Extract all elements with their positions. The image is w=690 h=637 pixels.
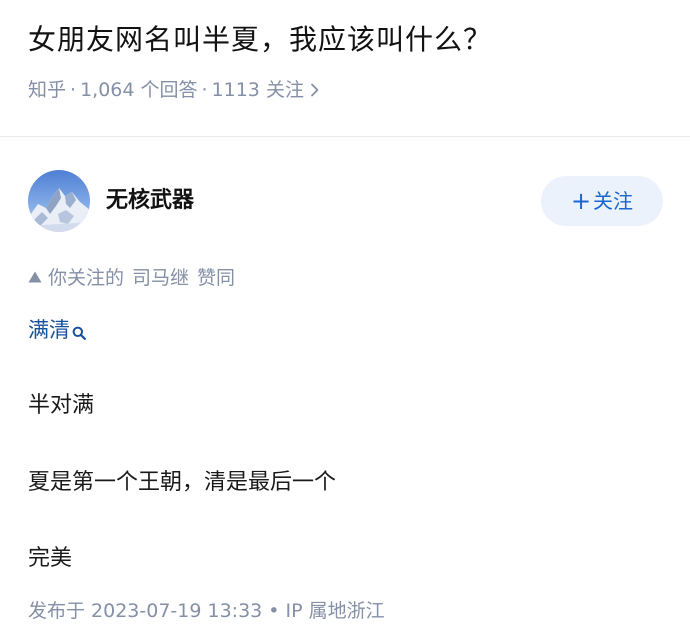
ip-location: IP 属地浙江 (285, 600, 385, 622)
footer-separator: • (268, 600, 280, 622)
upvote-note: 你关注的 司马继 赞同 (28, 264, 235, 292)
question-meta[interactable]: 知乎 · 1,064 个回答 · 1113 关注 (28, 76, 320, 105)
follower-count: 1113 关注 (211, 79, 304, 101)
question-header: 女朋友网名叫半夏，我应该叫什么？ 知乎 · 1,064 个回答 · 1113 关注 (0, 0, 690, 136)
post-footer: 发布于 2023-07-19 13:33 • IP 属地浙江 (28, 597, 385, 625)
meta-separator: · (201, 79, 208, 101)
triangle-up-icon (28, 263, 42, 291)
plus-icon: + (570, 187, 592, 215)
upvote-voter[interactable]: 司马继 (132, 267, 189, 289)
keyword-text: 满清 (28, 318, 70, 342)
follow-button[interactable]: + 关注 (541, 176, 663, 226)
answer-count: 1,064 个回答 (80, 79, 198, 101)
header-divider (0, 136, 690, 137)
meta-separator: · (70, 79, 77, 101)
answer-paragraph: 半对满 (28, 393, 95, 418)
chevron-right-icon (310, 77, 320, 105)
question-title[interactable]: 女朋友网名叫半夏，我应该叫什么？ (28, 20, 492, 60)
search-icon (72, 317, 86, 349)
avatar[interactable] (28, 170, 90, 232)
answer-paragraph: 夏是第一个王朝，清是最后一个 (28, 470, 337, 495)
author-name[interactable]: 无核武器 (106, 186, 194, 216)
upvote-action: 赞同 (197, 267, 236, 289)
upvote-prefix: 你关注的 (48, 267, 125, 289)
follow-label: 关注 (593, 189, 634, 213)
keyword-link[interactable]: 满清 (28, 314, 86, 349)
source-label: 知乎 (28, 79, 67, 101)
author-row: 无核武器 + 关注 (0, 170, 690, 234)
answer-paragraph: 完美 (28, 546, 73, 571)
publish-time: 发布于 2023-07-19 13:33 (28, 600, 263, 622)
